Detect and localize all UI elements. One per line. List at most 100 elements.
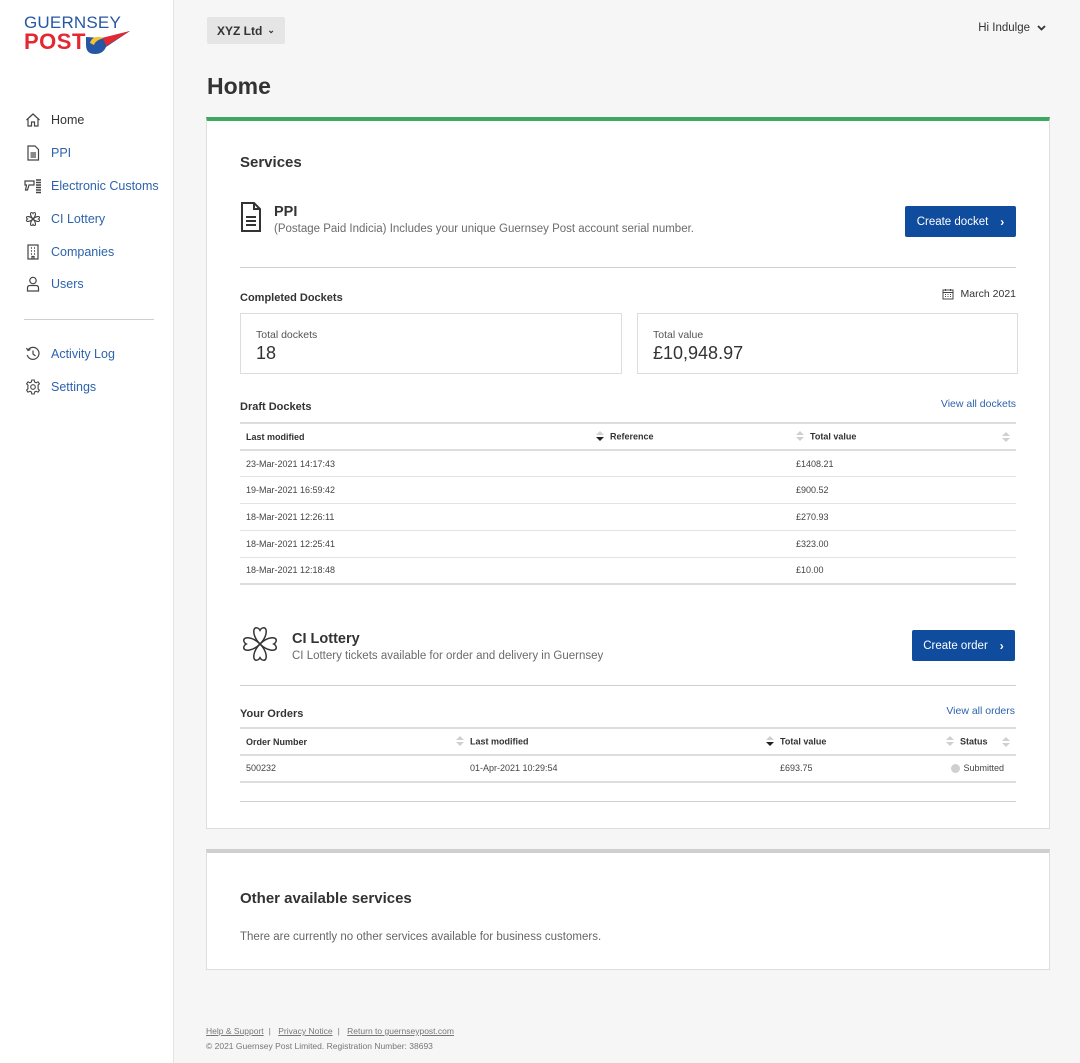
calendar-icon bbox=[942, 289, 954, 300]
column-header-total-value[interactable]: Total value bbox=[760, 727, 940, 756]
sidebar-item-label: Home bbox=[51, 113, 85, 128]
view-all-orders-link[interactable]: View all orders bbox=[946, 705, 1015, 717]
cell-last-modified: 18-Mar-2021 12:25:41 bbox=[240, 530, 590, 558]
cell-status: Submitted bbox=[940, 755, 1016, 783]
gear-icon bbox=[24, 378, 42, 396]
guernsey-post-logo[interactable]: GUERNSEY POST bbox=[24, 14, 134, 64]
user-menu[interactable]: Hi Indulge bbox=[978, 22, 1046, 34]
orders-table: Order Number Last modified Total value S… bbox=[240, 727, 1016, 804]
services-heading: Services bbox=[240, 154, 302, 171]
sort-icon[interactable] bbox=[596, 430, 604, 443]
table-row[interactable]: 18-Mar-2021 12:26:11 £270.93 bbox=[240, 503, 1016, 531]
logo-mark-icon bbox=[86, 31, 130, 54]
cell-reference bbox=[590, 530, 790, 558]
status-badge: Submitted bbox=[963, 763, 1004, 774]
sort-icon[interactable] bbox=[456, 735, 464, 748]
user-greeting: Hi Indulge bbox=[978, 22, 1030, 34]
draft-dockets-table: Last modified Reference Total value 23-M… bbox=[240, 422, 1016, 585]
privacy-notice-link[interactable]: Privacy Notice bbox=[278, 1026, 332, 1036]
cell-total-value: £270.93 bbox=[790, 503, 1016, 531]
column-header-status[interactable]: Status bbox=[940, 727, 1016, 756]
period-label: March 2021 bbox=[960, 288, 1016, 300]
sort-icon[interactable] bbox=[766, 735, 774, 748]
total-value-card: Total value £10,948.97 bbox=[637, 313, 1018, 374]
help-support-link[interactable]: Help & Support bbox=[206, 1026, 264, 1036]
sort-icon[interactable] bbox=[796, 430, 804, 443]
cell-reference bbox=[590, 503, 790, 531]
building-icon bbox=[24, 243, 42, 261]
ci-lottery-service: CI Lottery CI Lottery tickets available … bbox=[240, 624, 1016, 668]
sidebar-item-ppi[interactable]: PPI bbox=[0, 137, 174, 170]
document-icon bbox=[24, 144, 42, 162]
chevron-down-icon bbox=[1037, 23, 1046, 33]
page-title: Home bbox=[207, 73, 271, 99]
sidebar-item-home[interactable]: Home bbox=[0, 104, 174, 137]
sidebar-item-label: Activity Log bbox=[51, 347, 115, 362]
table-row[interactable]: 500232 01-Apr-2021 10:29:54 £693.75 Submitt… bbox=[240, 755, 1016, 783]
company-name: XYZ Ltd bbox=[217, 23, 263, 38]
table-row[interactable]: 18-Mar-2021 12:25:41 £323.00 bbox=[240, 530, 1016, 558]
sidebar-item-companies[interactable]: Companies bbox=[0, 235, 174, 268]
cell-total-value: £1408.21 bbox=[790, 450, 1016, 478]
home-icon bbox=[24, 111, 42, 129]
cell-order-number: 500232 bbox=[240, 755, 450, 783]
column-header-last-modified[interactable]: Last modified bbox=[240, 422, 590, 451]
sidebar-item-ci-lottery[interactable]: CI Lottery bbox=[0, 202, 174, 235]
table-row[interactable]: 18-Mar-2021 12:18:48 £10.00 bbox=[240, 557, 1016, 585]
cell-total-value: £900.52 bbox=[790, 476, 1016, 505]
cell-total-value: £10.00 bbox=[790, 557, 1016, 585]
separator: | bbox=[337, 1026, 340, 1036]
company-selector[interactable]: XYZ Ltd ⌄ bbox=[207, 17, 285, 44]
chevron-down-icon: ⌄ bbox=[267, 25, 275, 35]
total-dockets-value: 18 bbox=[256, 343, 277, 363]
total-dockets-label: Total dockets bbox=[256, 329, 318, 341]
sidebar-item-users[interactable]: Users bbox=[0, 268, 174, 301]
divider bbox=[240, 685, 1016, 686]
return-to-site-link[interactable]: Return to guernseypost.com bbox=[347, 1026, 454, 1036]
column-header-reference[interactable]: Reference bbox=[590, 422, 790, 451]
table-row[interactable]: 19-Mar-2021 16:59:42 £900.52 bbox=[240, 476, 1016, 505]
cell-total-value: £693.75 bbox=[760, 755, 940, 783]
create-docket-button[interactable]: Create docket › bbox=[905, 206, 1016, 237]
footer: Help & Support | Privacy Notice | Return t… bbox=[206, 1026, 454, 1051]
sidebar-item-label: Electronic Customs bbox=[51, 178, 159, 193]
column-header-total-value[interactable]: Total value bbox=[790, 422, 1016, 451]
column-header-last-modified[interactable]: Last modified bbox=[450, 727, 760, 756]
scanner-icon bbox=[24, 177, 42, 195]
sidebar-item-label: CI Lottery bbox=[51, 211, 106, 226]
other-services-description: There are currently no other services av… bbox=[240, 931, 602, 943]
clover-icon bbox=[240, 624, 280, 669]
divider bbox=[240, 801, 1016, 802]
sidebar-divider bbox=[24, 318, 154, 320]
column-header-order-number[interactable]: Order Number bbox=[240, 727, 450, 756]
sidebar-item-label: PPI bbox=[51, 146, 72, 161]
total-dockets-card: Total dockets 18 bbox=[240, 313, 622, 374]
sort-icon[interactable] bbox=[1002, 432, 1010, 444]
clover-icon bbox=[24, 210, 42, 228]
chevron-right-icon: › bbox=[999, 638, 1004, 653]
cell-last-modified: 01-Apr-2021 10:29:54 bbox=[450, 755, 760, 783]
table-row[interactable]: 23-Mar-2021 14:17:43 £1408.21 bbox=[240, 450, 1016, 478]
copyright: © 2021 Guernsey Post Limited. Registrati… bbox=[206, 1041, 433, 1051]
cell-reference bbox=[590, 557, 790, 585]
divider bbox=[240, 267, 1016, 268]
history-icon bbox=[24, 345, 42, 363]
completed-dockets-heading: Completed Dockets bbox=[240, 292, 343, 304]
sidebar-item-electronic-customs[interactable]: Electronic Customs bbox=[0, 170, 174, 203]
status-dot-icon bbox=[951, 764, 961, 774]
sort-icon[interactable] bbox=[1002, 737, 1010, 749]
ci-lottery-description: CI Lottery tickets available for order a… bbox=[292, 650, 604, 662]
sidebar-nav: Home PPI Electronic Customs CI Lottery C… bbox=[0, 104, 174, 403]
create-order-button[interactable]: Create order › bbox=[912, 630, 1015, 661]
sort-icon[interactable] bbox=[946, 735, 954, 748]
separator: | bbox=[268, 1026, 271, 1036]
sidebar-item-activity-log[interactable]: Activity Log bbox=[0, 338, 174, 371]
sidebar-item-label: Users bbox=[51, 277, 84, 292]
ci-lottery-title: CI Lottery bbox=[292, 631, 360, 647]
your-orders-heading: Your Orders bbox=[240, 708, 304, 720]
ppi-description: (Postage Paid Indicia) Includes your uni… bbox=[274, 223, 694, 235]
sidebar-item-settings[interactable]: Settings bbox=[0, 371, 174, 404]
create-order-label: Create order bbox=[923, 639, 988, 652]
view-all-dockets-link[interactable]: View all dockets bbox=[941, 398, 1016, 410]
period-selector[interactable]: March 2021 bbox=[942, 288, 1016, 300]
